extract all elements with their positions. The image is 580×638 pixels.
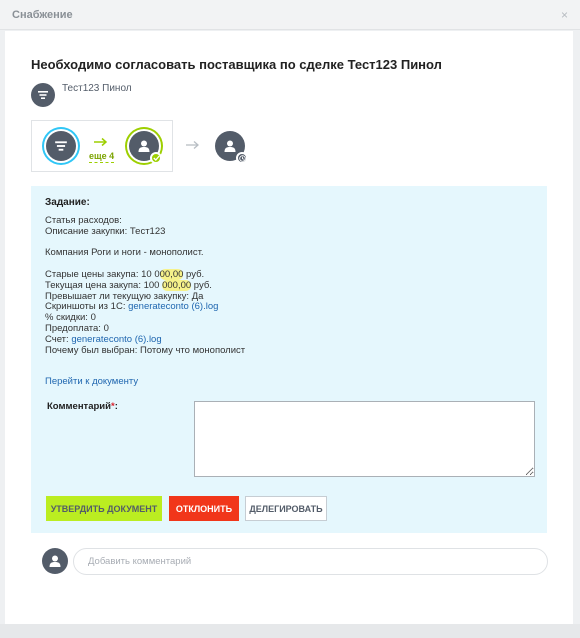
purchase-description-line: Описание закупки: Тест123 xyxy=(45,225,166,237)
approval-flow: еще 4 xyxy=(31,120,173,172)
check-icon xyxy=(150,152,162,164)
screenshots-label: Скриншоты из 1С: xyxy=(45,301,126,313)
comment-label: Комментарий*: xyxy=(47,401,118,412)
go-to-document-link[interactable]: Перейти к документу xyxy=(45,376,138,387)
comment-textarea[interactable] xyxy=(194,401,535,477)
approve-document-button[interactable]: УТВЕРДИТЬ ДОКУМЕНТ xyxy=(46,496,162,521)
invoice-label: Счет: xyxy=(45,333,69,345)
business-process-card: Необходимо согласовать поставщика по сде… xyxy=(5,31,573,624)
comment-label-text: Комментарий xyxy=(47,401,111,412)
text-highlight: 000,00 xyxy=(162,279,192,291)
user-icon xyxy=(49,555,61,567)
task-description: Статья расходов: Описание закупки: Тест1… xyxy=(45,215,525,356)
text-highlight: 00,00 xyxy=(159,268,184,280)
page-title: Необходимо согласовать поставщика по сде… xyxy=(31,57,442,72)
flow-node-approved[interactable] xyxy=(129,131,162,164)
filter-icon xyxy=(55,141,67,151)
invoice-file-link[interactable]: generateconto (6).log xyxy=(71,334,161,345)
flow-node-start[interactable] xyxy=(46,131,76,161)
screenshots-file-link[interactable]: generateconto (6).log xyxy=(128,301,218,312)
close-icon[interactable]: × xyxy=(561,8,568,22)
company-line: Компания Роги и ноги - монополист. xyxy=(45,247,204,259)
task-panel: Задание: Статья расходов: Описание закуп… xyxy=(31,186,547,533)
reject-button[interactable]: ОТКЛОНИТЬ xyxy=(169,496,239,521)
filter-icon xyxy=(38,91,48,99)
screenshots-line: Скриншоты из 1С: generateconto (6).log xyxy=(45,301,525,313)
avatar xyxy=(42,548,68,574)
more-steps-link[interactable]: еще 4 xyxy=(89,151,115,163)
discount-line: % скидки: 0 xyxy=(45,312,96,324)
entity-avatar xyxy=(31,83,55,107)
delegate-button[interactable]: ДЕЛЕГИРОВАТЬ xyxy=(245,496,327,521)
comment-label-colon: : xyxy=(114,401,118,412)
entity-name[interactable]: Тест123 Пинол xyxy=(62,83,132,94)
bottom-strip xyxy=(0,624,580,638)
add-comment-input[interactable] xyxy=(73,548,548,575)
invoice-line: Счет: generateconto (6).log xyxy=(45,333,525,346)
user-icon xyxy=(138,140,150,152)
reason-line: Почему был выбран: Потому что монополист xyxy=(45,344,246,356)
window-title: Снабжение xyxy=(12,9,73,21)
clock-icon xyxy=(236,152,248,164)
user-icon xyxy=(224,140,236,152)
current-price-line: Текущая цена закупа: 100 000,00 руб. xyxy=(45,279,212,291)
task-heading: Задание: xyxy=(45,197,90,208)
arrow-right-icon xyxy=(186,141,199,149)
flow-node-waiting[interactable] xyxy=(215,131,248,164)
arrow-right-icon xyxy=(94,137,108,147)
window-titlebar: Снабжение × xyxy=(0,0,580,30)
